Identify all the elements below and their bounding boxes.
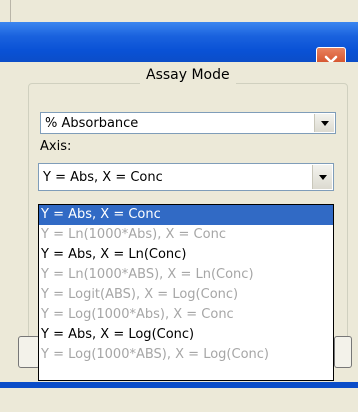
axis-select-value: Y = Abs, X = Conc bbox=[43, 169, 163, 185]
axis-option[interactable]: Y = Abs, X = Conc bbox=[39, 205, 333, 225]
assay-mode-value: % Absorbance bbox=[45, 115, 139, 131]
axis-label: Axis: bbox=[40, 139, 72, 154]
chevron-down-icon[interactable] bbox=[314, 114, 334, 132]
axis-option[interactable]: Y = Abs, X = Ln(Conc) bbox=[39, 245, 333, 265]
assay-mode-select[interactable]: % Absorbance bbox=[40, 112, 336, 134]
dialog-button-right[interactable] bbox=[334, 336, 352, 368]
chevron-down-icon[interactable] bbox=[312, 165, 332, 189]
axis-option[interactable]: Y = Ln(1000*ABS), X = Ln(Conc) bbox=[39, 265, 333, 285]
axis-option[interactable]: Y = Logit(ABS), X = Log(Conc) bbox=[39, 285, 333, 305]
axis-option[interactable]: Y = Ln(1000*Abs), X = Conc bbox=[39, 225, 333, 245]
window-bottom bbox=[0, 388, 358, 412]
axis-select[interactable]: Y = Abs, X = Conc bbox=[38, 163, 334, 191]
title-bar[interactable] bbox=[0, 22, 358, 77]
axis-option[interactable]: Y = Log(1000*Abs), X = Conc bbox=[39, 305, 333, 325]
axis-dropdown-list[interactable]: Y = Abs, X = Conc Y = Ln(1000*Abs), X = … bbox=[38, 204, 334, 381]
window-edge bbox=[4, 0, 11, 22]
axis-option[interactable]: Y = Log(1000*ABS), X = Log(Conc) bbox=[39, 345, 333, 365]
dialog-button-left[interactable] bbox=[18, 336, 40, 368]
background-window-strip bbox=[0, 0, 358, 23]
group-title: Assay Mode bbox=[140, 66, 236, 84]
axis-option[interactable]: Y = Abs, X = Log(Conc) bbox=[39, 325, 333, 345]
